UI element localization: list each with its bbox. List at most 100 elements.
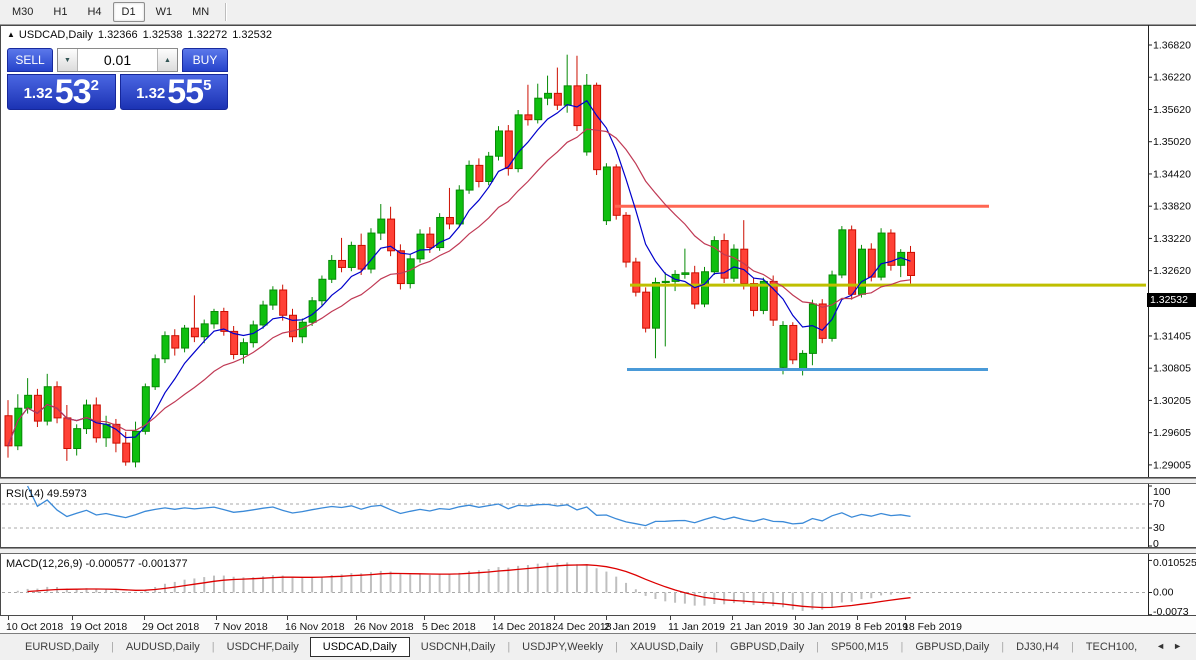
- date-tick: [795, 616, 796, 620]
- candle: [181, 327, 190, 349]
- tab-scroll-arrows[interactable]: ◄►: [1156, 641, 1190, 651]
- date-label: 7 Nov 2018: [214, 621, 268, 633]
- mt4-window: M30 H1 H4 D1 W1 MN 1.36820 1.36220 1.35620 1.350…: [0, 0, 1196, 660]
- candle: [357, 244, 366, 270]
- date-label: 2 Jan 2019: [604, 621, 656, 633]
- price-tick-label: 1.35020: [1153, 136, 1191, 148]
- timeframe-button-h4[interactable]: H4: [78, 2, 110, 22]
- volume-value-field[interactable]: 0.01: [78, 49, 157, 71]
- date-tick: [356, 616, 357, 620]
- candle: [151, 358, 160, 388]
- price-tick-label: 1.36220: [1153, 72, 1191, 84]
- candle: [82, 404, 91, 430]
- date-label: 29 Oct 2018: [142, 621, 200, 633]
- rsi-panel[interactable]: 10070 30 0 RSI(14) 49.5973: [0, 484, 1196, 548]
- candle: [622, 214, 631, 263]
- candle: [563, 85, 572, 106]
- date-label: 18 Feb 2019: [903, 621, 962, 633]
- candle: [534, 97, 543, 121]
- date-label: 24 Dec 2018: [552, 621, 612, 633]
- volume-decrease-button[interactable]: ▼: [58, 49, 78, 71]
- chart-tab-gbpusd-daily[interactable]: GBPUSD,Daily: [904, 637, 1000, 657]
- timeframe-button-h1[interactable]: H1: [44, 2, 76, 22]
- date-label: 21 Jan 2019: [730, 621, 788, 633]
- candle: [661, 280, 670, 283]
- timeframe-button-mn[interactable]: MN: [183, 2, 218, 22]
- candle: [632, 261, 641, 293]
- candle: [328, 259, 337, 280]
- candle: [279, 289, 288, 316]
- chart-tab-audusd-daily[interactable]: AUDUSD,Daily: [115, 637, 211, 657]
- candle: [612, 166, 621, 216]
- macd-label: MACD(12,26,9) -0.000577 -0.001377: [6, 558, 188, 570]
- timeframe-button-w1[interactable]: W1: [147, 2, 182, 22]
- date-tick: [494, 616, 495, 620]
- buy-price-display[interactable]: 1.32 55 5: [119, 74, 228, 110]
- buy-price-prefix: 1.32: [136, 85, 166, 102]
- timeframe-button-m30[interactable]: M30: [3, 2, 42, 22]
- price-tick-label: 1.29005: [1153, 459, 1191, 471]
- candle: [651, 281, 660, 329]
- candle: [338, 259, 347, 268]
- candle: [750, 283, 759, 311]
- chart-tab-dj30-h4[interactable]: DJ30,H4: [1005, 637, 1070, 657]
- candle: [230, 330, 239, 355]
- candle: [426, 233, 435, 249]
- date-tick: [905, 616, 906, 620]
- chart-tab-xauusd-daily[interactable]: XAUUSD,Daily: [619, 637, 714, 657]
- chart-tab-usdcnh-daily[interactable]: USDCNH,Daily: [410, 637, 507, 657]
- chart-symbol-label: USDCAD,Daily: [18, 29, 93, 41]
- collapse-triangle-icon[interactable]: ▲: [7, 30, 15, 39]
- rsi-axis-label: 100: [1153, 486, 1171, 498]
- date-label: 10 Oct 2018: [6, 621, 64, 633]
- candle: [73, 428, 82, 450]
- current-price-box: 1.32532: [1147, 293, 1196, 307]
- sell-price-prefix: 1.32: [23, 85, 53, 102]
- rsi-axis-label: 0: [1153, 538, 1159, 548]
- chart-tab-gbpusd-daily[interactable]: GBPUSD,Daily: [719, 637, 815, 657]
- candle: [190, 327, 199, 338]
- date-label: 11 Jan 2019: [668, 621, 726, 633]
- candle: [161, 335, 170, 360]
- date-label: 16 Nov 2018: [285, 621, 345, 633]
- macd-panel[interactable]: 0.010525 0.00 -0.0073 MACD(12,26,9) -0.0005…: [0, 554, 1196, 616]
- rsi-axis-label: 70: [1153, 498, 1165, 510]
- price-tick-label: 1.30205: [1153, 395, 1191, 407]
- candle: [789, 324, 798, 361]
- date-tick: [8, 616, 9, 620]
- volume-spinner: ▼ 0.01 ▲: [57, 48, 178, 72]
- sell-button[interactable]: SELL: [7, 48, 53, 72]
- candle: [710, 240, 719, 273]
- rsi-axis-label: 30: [1153, 522, 1165, 534]
- candle: [396, 250, 405, 285]
- buy-button[interactable]: BUY: [182, 48, 228, 72]
- volume-increase-button[interactable]: ▲: [157, 49, 177, 71]
- candle: [24, 394, 33, 409]
- candle: [475, 164, 484, 182]
- candle: [857, 248, 866, 295]
- price-tick-label: 1.30805: [1153, 363, 1191, 375]
- chart-tab-tech100[interactable]: TECH100,: [1075, 637, 1148, 657]
- date-tick: [554, 616, 555, 620]
- candle: [377, 218, 386, 234]
- date-tick: [670, 616, 671, 620]
- candle: [465, 164, 474, 191]
- chart-tab-sp500-m15[interactable]: SP500,M15: [820, 637, 899, 657]
- chart-tab-usdchf-daily[interactable]: USDCHF,Daily: [216, 637, 310, 657]
- chart-tab-usdcad-daily[interactable]: USDCAD,Daily: [309, 637, 410, 657]
- timeframe-toolbar: M30 H1 H4 D1 W1 MN: [0, 0, 1196, 25]
- date-tick: [72, 616, 73, 620]
- chart-title-ohlc: ▲ USDCAD,Daily 1.32366 1.32538 1.32272 1.3253…: [7, 29, 277, 41]
- candle: [53, 386, 62, 419]
- candle: [298, 321, 307, 338]
- sell-price-display[interactable]: 1.32 53 2: [7, 74, 116, 110]
- candle: [63, 417, 72, 450]
- date-tick: [287, 616, 288, 620]
- timeframe-button-d1[interactable]: D1: [112, 2, 145, 22]
- price-tick-label: 1.32620: [1153, 265, 1191, 277]
- date-tick: [857, 616, 858, 620]
- candle: [495, 130, 503, 157]
- chart-tab-eurusd-daily[interactable]: EURUSD,Daily: [14, 637, 110, 657]
- chart-tab-usdjpy-weekly[interactable]: USDJPY,Weekly: [511, 637, 614, 657]
- candle: [33, 394, 42, 422]
